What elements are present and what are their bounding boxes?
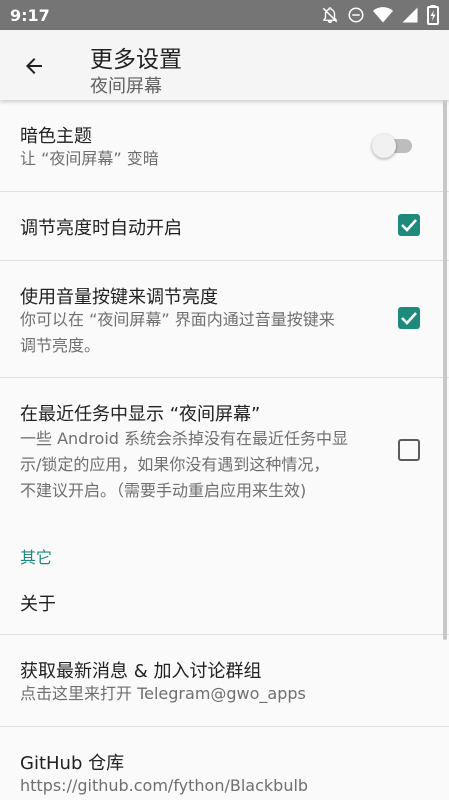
status-time: 9:17: [10, 5, 50, 25]
scrollbar[interactable]: [443, 100, 447, 640]
category-other: 其它: [20, 548, 53, 567]
pref-recents-summary-line1: 一些 Android 系统会杀掉没有在最近任务中显: [20, 429, 349, 448]
page-subtitle: 夜间屏幕: [90, 76, 162, 97]
pref-recents-summary-line2: 示/锁定的应用，如果你没有遇到这种情况，: [20, 455, 330, 474]
back-button[interactable]: [20, 52, 48, 80]
status-bar: 9:17: [0, 0, 449, 30]
pref-auto-enable[interactable]: 调节亮度时自动开启: [0, 192, 449, 260]
pref-volume-keys-summary-line2: 调节亮度。: [20, 336, 101, 355]
auto-enable-checkbox[interactable]: [398, 214, 420, 236]
pref-telegram-title: 获取最新消息 & 加入讨论群组: [20, 661, 262, 682]
pref-dark-theme-title: 暗色主题: [20, 126, 92, 147]
recents-checkbox[interactable]: [398, 439, 420, 461]
status-icons: [321, 5, 439, 25]
volume-keys-checkbox[interactable]: [398, 307, 420, 329]
check-icon: [401, 219, 417, 232]
pref-volume-keys-title: 使用音量按键来调节亮度: [20, 287, 218, 308]
pref-auto-enable-title: 调节亮度时自动开启: [20, 218, 182, 239]
pref-dark-theme-summary: 让 “夜间屏幕” 变暗: [20, 149, 159, 168]
wifi-icon: [373, 6, 393, 24]
settings-list: 暗色主题 让 “夜间屏幕” 变暗 调节亮度时自动开启 使用音量按键来调节亮度 你…: [0, 100, 449, 800]
pref-github-summary: https://github.com/fython/Blackbulb: [20, 776, 309, 795]
pref-about[interactable]: 关于: [0, 570, 449, 634]
do-not-disturb-icon: [347, 6, 365, 24]
check-icon: [401, 312, 417, 325]
switch-thumb: [372, 134, 396, 158]
app-bar: 更多设置 夜间屏幕: [0, 30, 449, 100]
pref-recents-title: 在最近任务中显示 “夜间屏幕”: [20, 404, 261, 425]
pref-about-title: 关于: [20, 594, 56, 615]
page-title: 更多设置: [90, 47, 182, 73]
pref-recents-summary-line3: 不建议开启。（需要手动重启应用来生效): [20, 481, 307, 500]
pref-show-in-recents[interactable]: 在最近任务中显示 “夜间屏幕” 一些 Android 系统会杀掉没有在最近任务中…: [0, 378, 449, 518]
arrow-back-icon: [26, 58, 42, 74]
signal-icon: [401, 6, 419, 24]
pref-github[interactable]: GitHub 仓库 https://github.com/fython/Blac…: [0, 727, 449, 800]
pref-github-title: GitHub 仓库: [20, 753, 125, 774]
pref-volume-keys[interactable]: 使用音量按键来调节亮度 你可以在 “夜间屏幕” 界面内通过音量按键来 调节亮度。: [0, 261, 449, 377]
pref-volume-keys-summary-line1: 你可以在 “夜间屏幕” 界面内通过音量按键来: [20, 310, 335, 329]
notifications-off-icon: [321, 6, 339, 24]
pref-dark-theme[interactable]: 暗色主题 让 “夜间屏幕” 变暗: [0, 100, 449, 191]
pref-telegram[interactable]: 获取最新消息 & 加入讨论群组 点击这里来打开 Telegram@gwo_app…: [0, 635, 449, 726]
battery-icon: [427, 5, 439, 25]
dark-theme-switch[interactable]: [372, 133, 416, 158]
pref-telegram-summary: 点击这里来打开 Telegram@gwo_apps: [20, 684, 306, 703]
